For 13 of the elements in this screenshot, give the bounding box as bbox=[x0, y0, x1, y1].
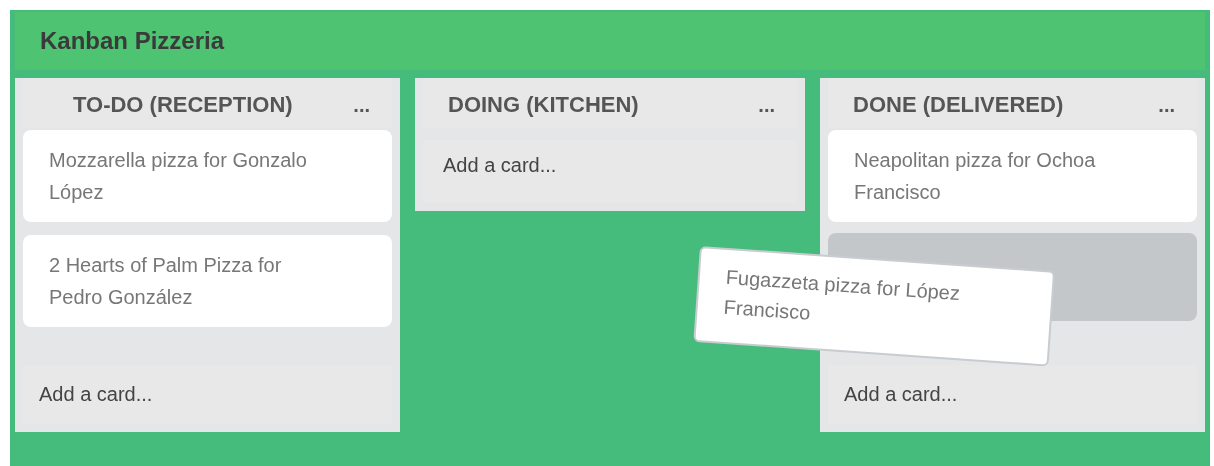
card[interactable]: Neapolitan pizza for Ochoa Francisco bbox=[828, 130, 1197, 222]
card[interactable]: 2 Hearts of Palm Pizza for Pedro González bbox=[23, 235, 392, 327]
add-card-button[interactable]: Add a card... bbox=[423, 140, 797, 203]
list-title: DONE (DELIVERED) bbox=[853, 92, 1064, 118]
board-title: Kanban Pizzeria bbox=[40, 27, 225, 55]
card[interactable]: Mozzarella pizza for Gonzalo López bbox=[23, 130, 392, 222]
add-card-button[interactable]: Add a card... bbox=[828, 365, 1197, 424]
list-title: TO-DO (RECEPTION) bbox=[73, 92, 293, 118]
add-card-button[interactable]: Add a card... bbox=[23, 365, 392, 424]
list-menu-button[interactable]: ... bbox=[1158, 93, 1175, 117]
list-menu-button[interactable]: ... bbox=[758, 93, 775, 117]
list-menu-button[interactable]: ... bbox=[353, 93, 370, 117]
list-title: DOING (KITCHEN) bbox=[448, 92, 639, 118]
